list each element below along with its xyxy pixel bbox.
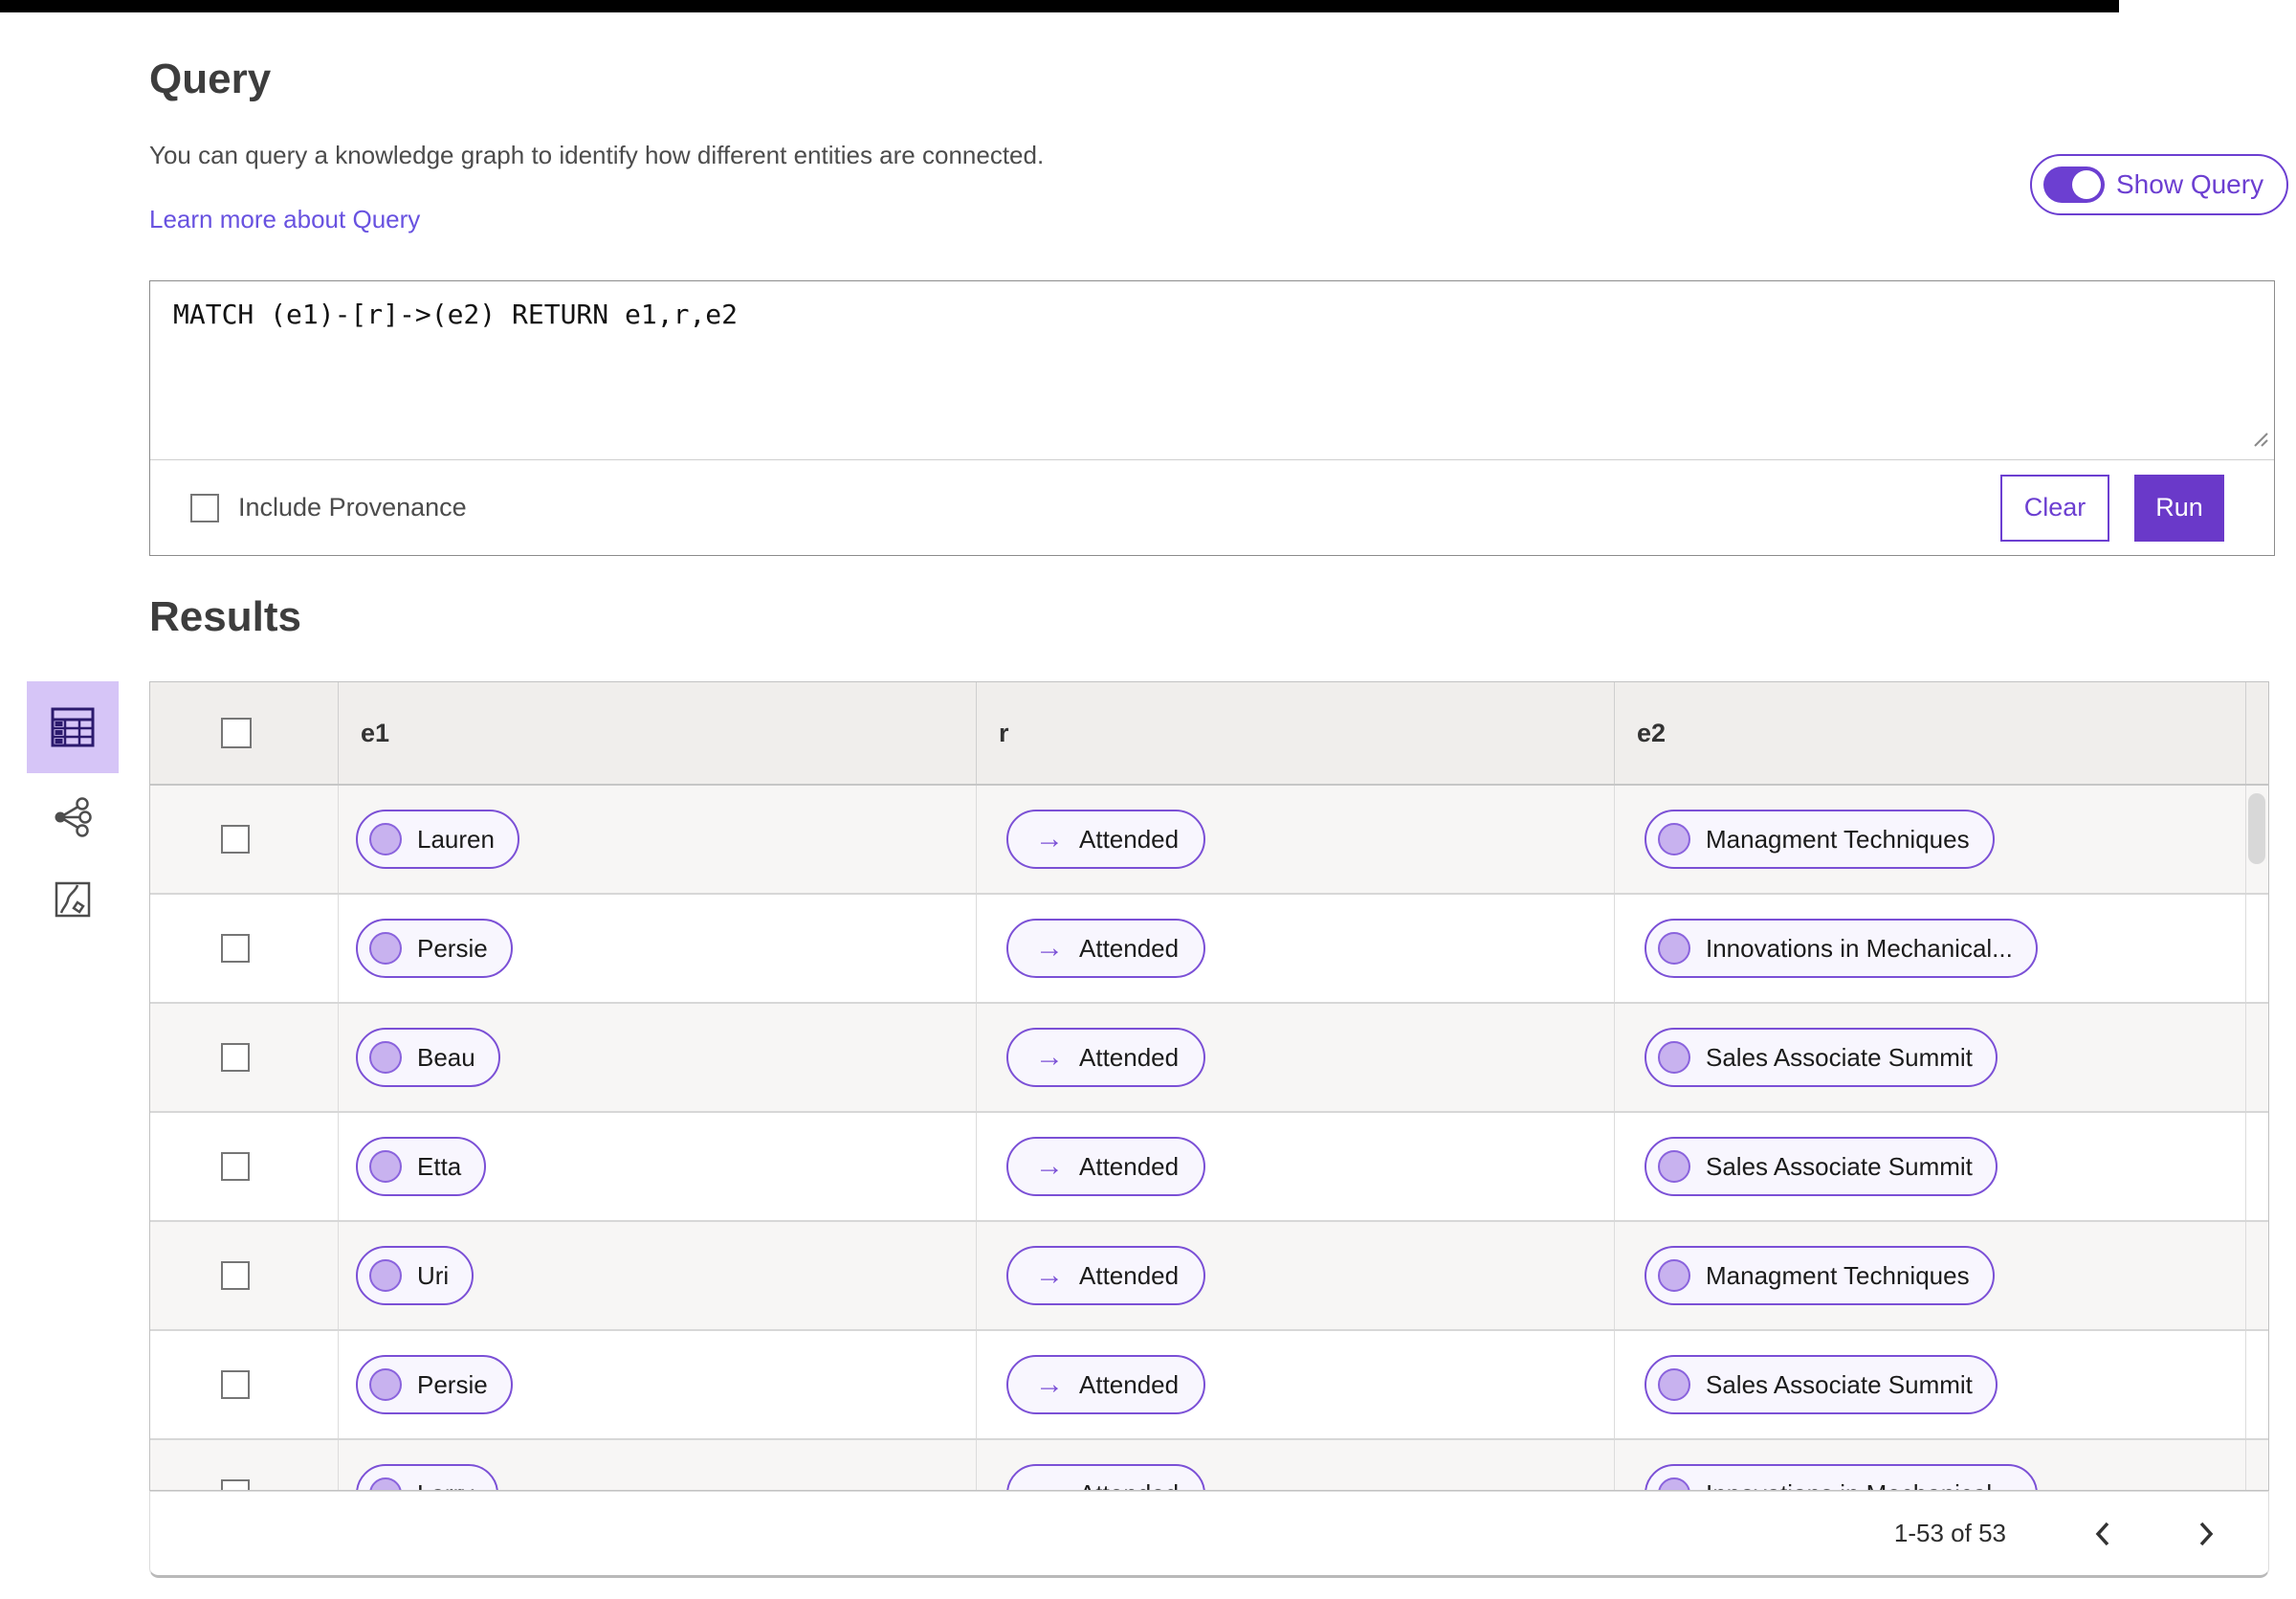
entity-node-icon <box>369 932 402 965</box>
relation-arrow-icon: → <box>1035 1150 1064 1182</box>
column-header-e2[interactable]: e2 <box>1614 682 2245 784</box>
relation-arrow-icon: → <box>1035 1041 1064 1073</box>
learn-more-link[interactable]: Learn more about Query <box>149 205 420 234</box>
query-page: Query You can query a knowledge graph to… <box>0 0 2296 1599</box>
select-all-cell <box>150 682 338 784</box>
resize-handle-icon[interactable] <box>2248 427 2269 448</box>
entity-pill-e2[interactable]: Sales Associate Summit <box>1645 1028 1998 1087</box>
row-checkbox[interactable] <box>221 1479 250 1490</box>
relation-pill[interactable]: → Attended <box>1006 1246 1206 1305</box>
pagination-prev-button[interactable] <box>2081 1510 2125 1558</box>
entity-pill-e2[interactable]: Innovations in Mechanical... <box>1645 1464 2038 1490</box>
entity-node-icon <box>1658 1477 1690 1490</box>
entity-pill-e2[interactable]: Sales Associate Summit <box>1645 1137 1998 1196</box>
table-row: Uri → Attended Managment Techniques <box>150 1222 2268 1331</box>
show-query-toggle-button[interactable]: Show Query <box>2030 154 2289 215</box>
row-checkbox[interactable] <box>221 1261 250 1290</box>
column-header-r[interactable]: r <box>976 682 1614 784</box>
table-body: Lauren → Attended Managment Techniques P… <box>150 786 2268 1490</box>
table-row: Larry → Attended Innovations in Mechanic… <box>150 1440 2268 1490</box>
entity-pill-e2[interactable]: Sales Associate Summit <box>1645 1355 1998 1414</box>
entity-pill-e1[interactable]: Persie <box>356 919 513 978</box>
row-checkbox[interactable] <box>221 825 250 854</box>
relation-pill[interactable]: → Attended <box>1006 1137 1206 1196</box>
row-checkbox[interactable] <box>221 1043 250 1072</box>
run-button[interactable]: Run <box>2134 474 2224 542</box>
results-table: e1 r e2 Lauren → Attended Managment Tech… <box>149 681 2269 1491</box>
table-row: Persie → Attended Sales Associate Summit <box>150 1331 2268 1440</box>
show-query-label: Show Query <box>2116 169 2264 199</box>
query-editor-footer: Include Provenance Clear Run <box>150 459 2274 555</box>
entity-node-icon <box>369 1041 402 1074</box>
entity-node-icon <box>369 1368 402 1401</box>
entity-node-icon <box>1658 823 1690 855</box>
view-switcher-map[interactable] <box>48 875 98 924</box>
table-header-row: e1 r e2 <box>150 682 2268 786</box>
graph-view-icon <box>55 797 92 837</box>
table-row: Etta → Attended Sales Associate Summit <box>150 1113 2268 1222</box>
view-switcher-graph[interactable] <box>46 790 99 844</box>
page-title: Query <box>149 56 272 102</box>
entity-node-icon <box>369 823 402 855</box>
entity-pill-e1[interactable]: Etta <box>356 1137 487 1196</box>
relation-arrow-icon: → <box>1035 1477 1064 1490</box>
table-row: Persie → Attended Innovations in Mechani… <box>150 895 2268 1004</box>
vertical-scrollbar[interactable] <box>2248 793 2265 864</box>
results-title: Results <box>149 593 301 640</box>
relation-pill[interactable]: → Attended <box>1006 1028 1206 1087</box>
query-textarea[interactable]: MATCH (e1)-[r]->(e2) RETURN e1,r,e2 <box>173 299 2236 330</box>
pagination-next-button[interactable] <box>2184 1510 2228 1558</box>
row-checkbox[interactable] <box>221 1370 250 1399</box>
entity-pill-e2[interactable]: Managment Techniques <box>1645 1246 1995 1305</box>
chevron-left-icon <box>2095 1521 2109 1545</box>
pagination-range-label: 1-53 of 53 <box>1893 1519 2006 1547</box>
entity-node-icon <box>1658 1259 1690 1292</box>
relation-pill[interactable]: → Attended <box>1006 919 1206 978</box>
relation-arrow-icon: → <box>1035 1368 1064 1400</box>
entity-node-icon <box>1658 1368 1690 1401</box>
query-editor: MATCH (e1)-[r]->(e2) RETURN e1,r,e2 Incl… <box>149 280 2275 556</box>
entity-pill-e1[interactable]: Larry <box>356 1464 499 1490</box>
chevron-right-icon <box>2199 1521 2214 1545</box>
table-view-icon <box>51 707 95 747</box>
entity-pill-e1[interactable]: Uri <box>356 1246 475 1305</box>
relation-arrow-icon: → <box>1035 932 1064 964</box>
view-switcher-table-selected[interactable] <box>27 681 119 773</box>
entity-node-icon <box>1658 1150 1690 1183</box>
pagination-bar: 1-53 of 53 <box>149 1491 2269 1578</box>
entity-pill-e1[interactable]: Beau <box>356 1028 500 1087</box>
entity-pill-e1[interactable]: Lauren <box>356 810 519 869</box>
entity-pill-e2[interactable]: Innovations in Mechanical... <box>1645 919 2038 978</box>
entity-node-icon <box>369 1150 402 1183</box>
column-header-e1[interactable]: e1 <box>338 682 976 784</box>
entity-pill-e1[interactable]: Persie <box>356 1355 513 1414</box>
page-description: You can query a knowledge graph to ident… <box>149 141 1045 169</box>
clear-button[interactable]: Clear <box>2000 474 2109 542</box>
toggle-on-icon[interactable] <box>2043 167 2105 203</box>
relation-pill[interactable]: → Attended <box>1006 810 1206 869</box>
table-row: Lauren → Attended Managment Techniques <box>150 786 2268 895</box>
relation-pill[interactable]: → Attended <box>1006 1355 1206 1414</box>
include-provenance-checkbox[interactable] <box>190 493 219 522</box>
row-checkbox[interactable] <box>221 934 250 963</box>
table-row: Beau → Attended Sales Associate Summit <box>150 1004 2268 1113</box>
map-view-icon <box>55 881 91 918</box>
select-all-checkbox[interactable] <box>221 718 252 748</box>
entity-node-icon <box>369 1259 402 1292</box>
relation-arrow-icon: → <box>1035 823 1064 855</box>
relation-arrow-icon: → <box>1035 1259 1064 1291</box>
entity-pill-e2[interactable]: Managment Techniques <box>1645 810 1995 869</box>
entity-node-icon <box>369 1477 402 1490</box>
relation-pill[interactable]: → Attended <box>1006 1464 1206 1490</box>
entity-node-icon <box>1658 932 1690 965</box>
entity-node-icon <box>1658 1041 1690 1074</box>
row-checkbox[interactable] <box>221 1152 250 1181</box>
top-window-bar <box>0 0 2119 12</box>
include-provenance-label: Include Provenance <box>238 493 467 522</box>
